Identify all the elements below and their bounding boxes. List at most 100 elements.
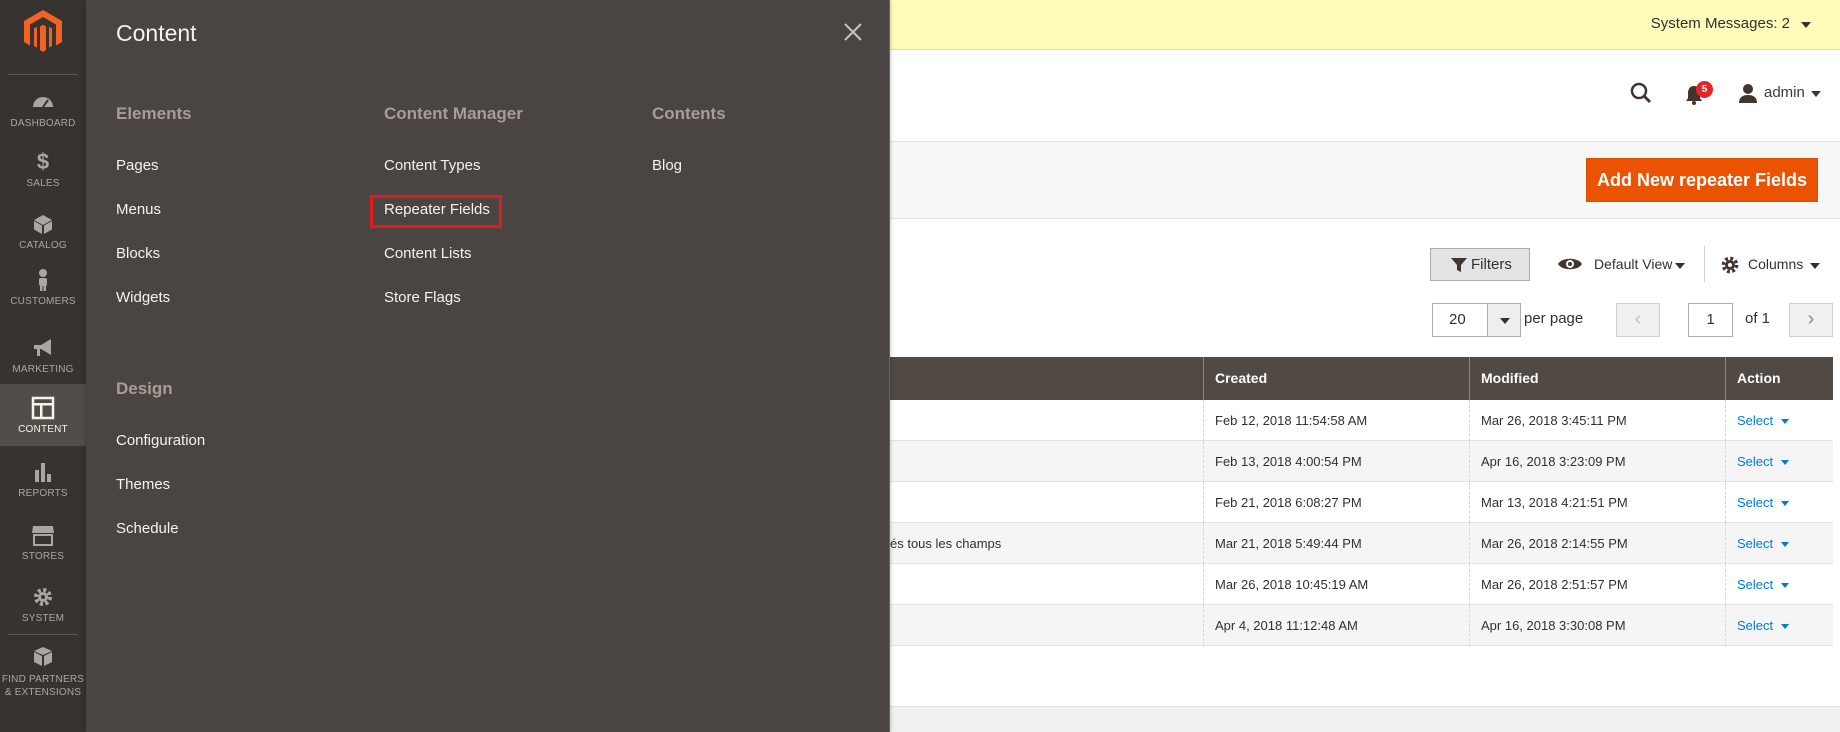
gear-icon	[1721, 256, 1739, 274]
cell-action[interactable]: Select	[1725, 441, 1833, 482]
chevron-down-icon	[1781, 624, 1790, 630]
section-title-content-manager: Content Manager	[384, 104, 523, 123]
sidebar-divider	[8, 634, 78, 635]
content-menu-flyout: Content Elements Pages Menus Blocks Widg…	[86, 0, 890, 732]
cell-action[interactable]: Select	[1725, 564, 1833, 605]
cell-action[interactable]: Select	[1725, 482, 1833, 523]
sidebar-item-label: FIND PARTNERS	[1, 674, 85, 685]
menu-item-blocks[interactable]: Blocks	[116, 245, 160, 262]
sidebar-item-reports[interactable]: REPORTS	[0, 460, 86, 508]
toolbar-divider	[1704, 246, 1705, 282]
bar-chart-icon	[35, 463, 51, 482]
select-action-link[interactable]: Select	[1737, 577, 1773, 592]
chevron-down-icon	[1781, 460, 1790, 466]
sidebar-item-catalog[interactable]: CATALOG	[0, 212, 86, 260]
cell-created: Mar 21, 2018 5:49:44 PM	[1203, 523, 1469, 564]
close-icon[interactable]	[841, 20, 865, 44]
menu-item-menus[interactable]: Menus	[116, 201, 161, 218]
dollar-icon: $	[36, 149, 50, 174]
sidebar-item-find-partners[interactable]: FIND PARTNERS & EXTENSIONS	[0, 645, 86, 698]
filters-label: Filters	[1471, 256, 1512, 273]
cell-created: Feb 13, 2018 4:00:54 PM	[1203, 441, 1469, 482]
per-page-select[interactable]: 20	[1432, 303, 1488, 337]
section-title-contents: Contents	[652, 104, 726, 123]
sidebar-item-label: CONTENT	[18, 424, 68, 435]
select-action-link[interactable]: Select	[1737, 618, 1773, 633]
chevron-down-icon	[1500, 318, 1510, 324]
cell-action[interactable]: Select	[1725, 400, 1833, 441]
cell-action[interactable]: Select	[1725, 523, 1833, 564]
cell-modified: Mar 26, 2018 2:14:55 PM	[1469, 523, 1725, 564]
cell-created: Apr 4, 2018 11:12:48 AM	[1203, 605, 1469, 646]
cell-created: Mar 26, 2018 10:45:19 AM	[1203, 564, 1469, 605]
sidebar-item-stores[interactable]: STORES	[0, 523, 86, 571]
sidebar-item-content[interactable]: CONTENT	[0, 384, 86, 446]
sidebar-item-customers[interactable]: CUSTOMERS	[0, 268, 86, 316]
menu-item-store-flags[interactable]: Store Flags	[384, 289, 461, 306]
dashboard-icon	[33, 97, 53, 108]
select-action-link[interactable]: Select	[1737, 454, 1773, 469]
cell-modified: Mar 26, 2018 3:45:11 PM	[1469, 400, 1725, 441]
cell-action[interactable]: Select	[1725, 605, 1833, 646]
chevron-down-icon	[1811, 91, 1821, 97]
boxes-icon	[34, 647, 52, 666]
filter-icon	[1451, 258, 1467, 272]
page-total: of 1	[1745, 310, 1771, 327]
chevron-down-icon	[1675, 263, 1685, 269]
per-page-label: per page	[1524, 310, 1584, 327]
cube-icon	[34, 215, 52, 234]
select-action-link[interactable]: Select	[1737, 536, 1773, 551]
next-page-button[interactable]: ›	[1789, 303, 1833, 337]
system-messages-label: System Messages: 2	[1650, 15, 1790, 32]
sidebar-item-marketing[interactable]: MARKETING	[0, 336, 86, 384]
sidebar-item-label: CATALOG	[19, 240, 67, 251]
menu-item-pages[interactable]: Pages	[116, 157, 159, 174]
filters-button[interactable]: Filters	[1430, 248, 1530, 281]
prev-page-button[interactable]: ‹	[1616, 303, 1660, 337]
menu-item-blog[interactable]: Blog	[652, 157, 682, 174]
search-icon[interactable]	[1630, 82, 1652, 104]
sidebar-item-system[interactable]: SYSTEM	[0, 585, 86, 633]
menu-item-content-lists[interactable]: Content Lists	[384, 245, 472, 262]
columns-dropdown[interactable]: Columns	[1748, 256, 1803, 272]
chevron-down-icon	[1781, 501, 1790, 507]
menu-item-schedule[interactable]: Schedule	[116, 520, 179, 537]
magento-logo[interactable]	[24, 10, 62, 52]
sidebar-item-label-2: & EXTENSIONS	[4, 687, 82, 698]
user-name[interactable]: admin	[1764, 84, 1805, 101]
megaphone-icon	[34, 339, 51, 356]
eye-icon	[1558, 258, 1582, 270]
view-dropdown[interactable]: Default View	[1594, 256, 1672, 272]
per-page-toggle[interactable]	[1487, 303, 1521, 337]
chevron-down-icon	[1781, 419, 1790, 425]
sidebar-item-dashboard[interactable]: DASHBOARD	[0, 90, 86, 138]
select-action-link[interactable]: Select	[1737, 413, 1773, 428]
cell-modified: Mar 13, 2018 4:21:51 PM	[1469, 482, 1725, 523]
sidebar-item-label: REPORTS	[18, 488, 68, 499]
select-action-link[interactable]: Select	[1737, 495, 1773, 510]
sidebar-item-label: SALES	[26, 178, 60, 189]
column-header-action: Action	[1725, 357, 1833, 400]
cell-title: és tous les champs	[890, 536, 1002, 551]
page-number-input[interactable]: 1	[1688, 303, 1733, 337]
menu-item-content-types[interactable]: Content Types	[384, 157, 480, 174]
sidebar-item-label: CUSTOMERS	[10, 296, 76, 307]
column-header-created[interactable]: Created	[1203, 357, 1469, 400]
cell-modified: Mar 26, 2018 2:51:57 PM	[1469, 564, 1725, 605]
cell-modified: Apr 16, 2018 3:30:08 PM	[1469, 605, 1725, 646]
flyout-title: Content	[116, 20, 197, 46]
add-new-button[interactable]: Add New repeater Fields	[1586, 158, 1818, 202]
user-icon[interactable]	[1738, 83, 1758, 103]
sidebar-item-sales[interactable]: $ SALES	[0, 150, 86, 198]
cell-created: Feb 21, 2018 6:08:27 PM	[1203, 482, 1469, 523]
highlight-box	[370, 195, 502, 228]
notifications-badge: 5	[1696, 81, 1713, 98]
menu-item-configuration[interactable]: Configuration	[116, 432, 205, 449]
menu-item-themes[interactable]: Themes	[116, 476, 170, 493]
chevron-down-icon	[1781, 583, 1790, 589]
menu-item-widgets[interactable]: Widgets	[116, 289, 170, 306]
section-title-design: Design	[116, 379, 173, 398]
column-header-modified[interactable]: Modified	[1469, 357, 1725, 400]
sidebar-item-label: DASHBOARD	[10, 118, 76, 129]
storefront-icon	[32, 526, 54, 546]
